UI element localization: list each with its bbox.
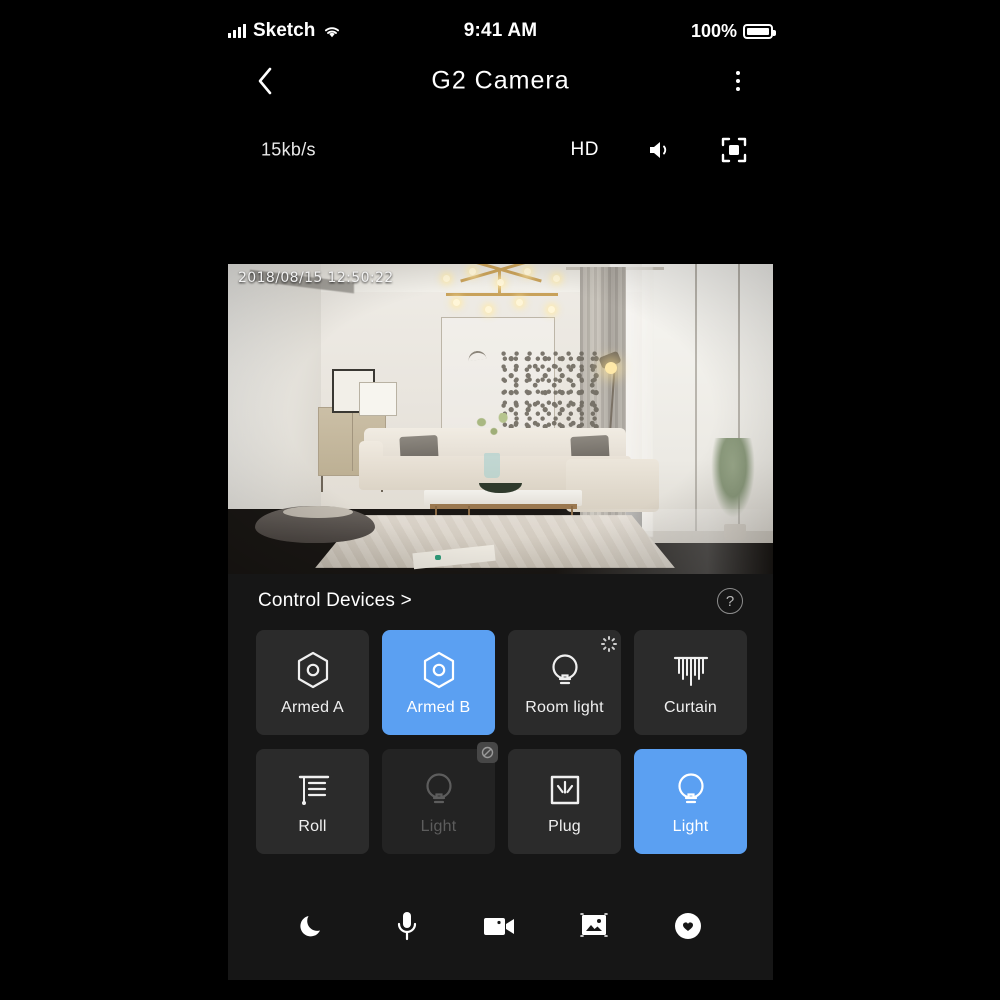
more-vertical-icon [736,87,740,91]
talk-button[interactable] [383,904,431,948]
device-tile-light-on[interactable]: Light [634,749,747,854]
battery-icon [743,23,776,39]
living-room-scene [228,264,773,574]
device-tile-armed-a[interactable]: Armed A [256,630,369,735]
bulb-icon [549,649,581,689]
device-tile-curtain[interactable]: Curtain [634,630,747,735]
video-timestamp: 2018/08/15 12:50:22 [238,270,394,286]
more-vertical-icon [736,79,740,83]
back-button[interactable] [248,64,282,98]
more-vertical-icon [736,71,740,75]
status-bar-right: 100% [690,20,776,42]
device-tile-label: Plug [548,817,581,835]
sound-button[interactable] [647,139,673,161]
heart-circle-icon [675,913,702,939]
bulb-icon [675,768,707,808]
device-tile-label: Armed B [406,698,471,716]
status-bar-left: Sketch [228,20,342,42]
device-tile-label: Light [420,817,457,835]
signal-bars-icon [228,24,246,38]
loading-spinner-icon [601,636,617,652]
device-tile-label: Room light [525,698,604,716]
device-tile-plug[interactable]: Plug [508,749,621,854]
phone-screen: Sketch 9:41 AM 100% G2 Camera 15kb/s HD … [0,0,1000,1000]
night-mode-button[interactable] [289,904,337,948]
image-icon [580,913,609,937]
device-tile-room-light[interactable]: Room light [508,630,621,735]
offline-badge-icon [477,742,498,763]
control-devices-link[interactable]: Control Devices > [258,590,412,612]
more-options-button[interactable] [723,66,753,96]
shield-hex-icon [296,649,330,689]
bitrate-label: 15kb/s [261,139,316,160]
screenshot-button[interactable] [570,904,618,948]
bulb-icon [423,768,455,808]
speaker-icon [650,142,667,158]
video-camera-icon [484,918,515,935]
microphone-icon [397,912,416,941]
moon-icon [300,916,320,937]
device-tile-armed-b[interactable]: Armed B [382,630,495,735]
back-chevron-icon [258,67,272,95]
quality-toggle[interactable]: HD [571,139,599,161]
record-button[interactable] [476,904,524,948]
fullscreen-button[interactable] [721,137,747,163]
help-icon[interactable]: ? [717,588,743,614]
device-tile-label: Light [672,817,709,835]
navigation-bar: G2 Camera [228,55,773,107]
battery-percent-label: 100% [690,20,737,41]
camera-video-feed[interactable]: 2018/08/15 12:50:22 [228,264,773,574]
fullscreen-icon [721,137,747,163]
status-bar: Sketch 9:41 AM 100% [228,14,776,48]
shield-hex-icon [422,649,456,689]
socket-icon [547,768,583,808]
roller-blind-icon [295,768,331,808]
stream-toolbar: 15kb/s HD [228,128,773,172]
stream-toolbar-actions: HD [571,137,747,163]
device-tile-label: Roll [298,817,327,835]
status-bar-time: 9:41 AM [463,20,538,41]
device-tile-label: Curtain [664,698,717,716]
camera-action-bar [228,898,773,954]
carrier-label: Sketch [253,20,316,41]
favorite-button[interactable] [664,904,712,948]
page-title: G2 Camera [431,66,570,95]
curtain-icon [673,649,709,689]
control-panel-header: Control Devices > ? [228,588,773,624]
device-tile-roll[interactable]: Roll [256,749,369,854]
wifi-icon [322,24,342,39]
device-tile-label: Armed A [281,698,344,716]
device-tile-light-offline[interactable]: Light [382,742,498,854]
control-panel: Control Devices > ? Armed A Armed B Room… [228,574,773,980]
device-tile-grid: Armed A Armed B Room light Curtain Roll … [256,630,747,854]
